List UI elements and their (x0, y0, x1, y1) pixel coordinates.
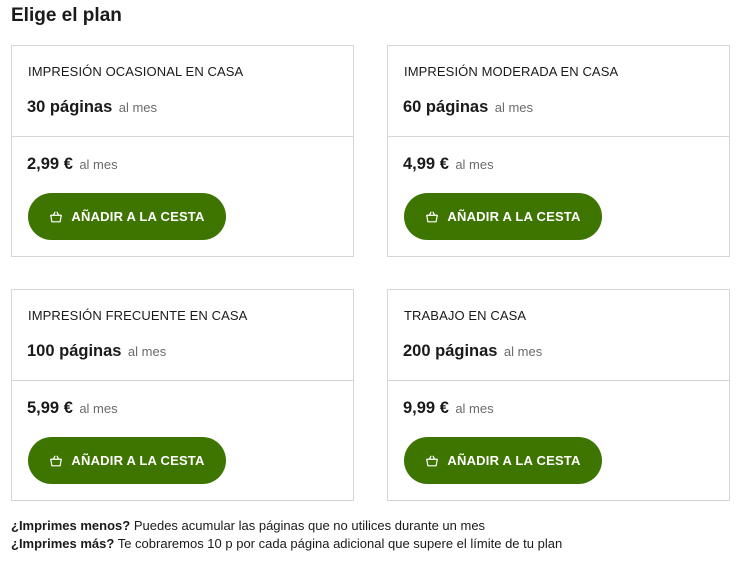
plan-pages: 60 páginas al mes (403, 98, 533, 117)
plan-card-header: IMPRESIÓN OCASIONAL EN CASA 30 páginas a… (12, 46, 353, 137)
basket-icon (426, 210, 439, 222)
add-to-basket-label: AÑADIR A LA CESTA (447, 209, 581, 224)
plan-name: TRABAJO EN CASA (404, 308, 527, 323)
add-to-basket-label: AÑADIR A LA CESTA (447, 453, 581, 468)
plan-price: 9,99 € al mes (403, 399, 494, 418)
plan-pages: 200 páginas al mes (403, 342, 542, 361)
plan-pages: 30 páginas al mes (27, 98, 157, 117)
note-question: ¿Imprimes más? (11, 536, 115, 551)
note-answer: Te cobraremos 10 p por cada página adici… (117, 536, 563, 551)
add-to-basket-label: AÑADIR A LA CESTA (71, 209, 205, 224)
plan-price: 2,99 € al mes (27, 155, 118, 174)
plan-price-unit: al mes (79, 157, 118, 172)
plan-price-unit: al mes (455, 401, 494, 416)
plan-pages-count: 60 páginas (403, 98, 489, 116)
plan-pages-count: 100 páginas (27, 342, 122, 360)
plan-pages-count: 30 páginas (27, 98, 113, 116)
plan-price-unit: al mes (79, 401, 118, 416)
add-to-basket-button[interactable]: AÑADIR A LA CESTA (404, 193, 602, 240)
plan-price-value: 2,99 € (27, 155, 73, 173)
plan-price: 4,99 € al mes (403, 155, 494, 174)
note-print-more: ¿Imprimes más? Te cobraremos 10 p por ca… (11, 535, 562, 553)
plan-selection-page: Elige el plan IMPRESIÓN OCASIONAL EN CAS… (0, 0, 742, 564)
page-title: Elige el plan (11, 5, 122, 26)
basket-icon (50, 454, 63, 466)
plan-name: IMPRESIÓN FRECUENTE EN CASA (28, 308, 248, 323)
add-to-basket-button[interactable]: AÑADIR A LA CESTA (28, 193, 226, 240)
basket-icon (426, 454, 439, 466)
plan-name: IMPRESIÓN MODERADA EN CASA (404, 64, 619, 79)
plan-pages-unit: al mes (118, 100, 158, 115)
plan-pages-unit: al mes (503, 344, 543, 359)
plan-price-unit: al mes (455, 157, 494, 172)
plan-price: 5,99 € al mes (27, 399, 118, 418)
plan-price-value: 9,99 € (403, 399, 449, 417)
plan-card-moderate: IMPRESIÓN MODERADA EN CASA 60 páginas al… (387, 45, 730, 257)
plan-price-value: 5,99 € (27, 399, 73, 417)
plan-card-occasional: IMPRESIÓN OCASIONAL EN CASA 30 páginas a… (11, 45, 354, 257)
plan-pages-count: 200 páginas (403, 342, 498, 360)
add-to-basket-button[interactable]: AÑADIR A LA CESTA (404, 437, 602, 484)
note-print-less: ¿Imprimes menos? Puedes acumular las pág… (11, 517, 562, 535)
add-to-basket-label: AÑADIR A LA CESTA (71, 453, 205, 468)
plan-name: IMPRESIÓN OCASIONAL EN CASA (28, 64, 244, 79)
note-question: ¿Imprimes menos? (11, 518, 131, 533)
plan-pages-unit: al mes (127, 344, 167, 359)
plan-card-header: TRABAJO EN CASA 200 páginas al mes (388, 290, 729, 381)
add-to-basket-button[interactable]: AÑADIR A LA CESTA (28, 437, 226, 484)
plan-card-work-at-home: TRABAJO EN CASA 200 páginas al mes 9,99 … (387, 289, 730, 501)
note-answer: Puedes acumular las páginas que no utili… (133, 518, 486, 533)
plan-card-frequent: IMPRESIÓN FRECUENTE EN CASA 100 páginas … (11, 289, 354, 501)
basket-icon (50, 210, 63, 222)
plan-pages: 100 páginas al mes (27, 342, 166, 361)
plan-price-value: 4,99 € (403, 155, 449, 173)
plan-notes: ¿Imprimes menos? Puedes acumular las pág… (11, 517, 562, 553)
plan-card-header: IMPRESIÓN MODERADA EN CASA 60 páginas al… (388, 46, 729, 137)
plan-card-header: IMPRESIÓN FRECUENTE EN CASA 100 páginas … (12, 290, 353, 381)
plan-pages-unit: al mes (494, 100, 534, 115)
